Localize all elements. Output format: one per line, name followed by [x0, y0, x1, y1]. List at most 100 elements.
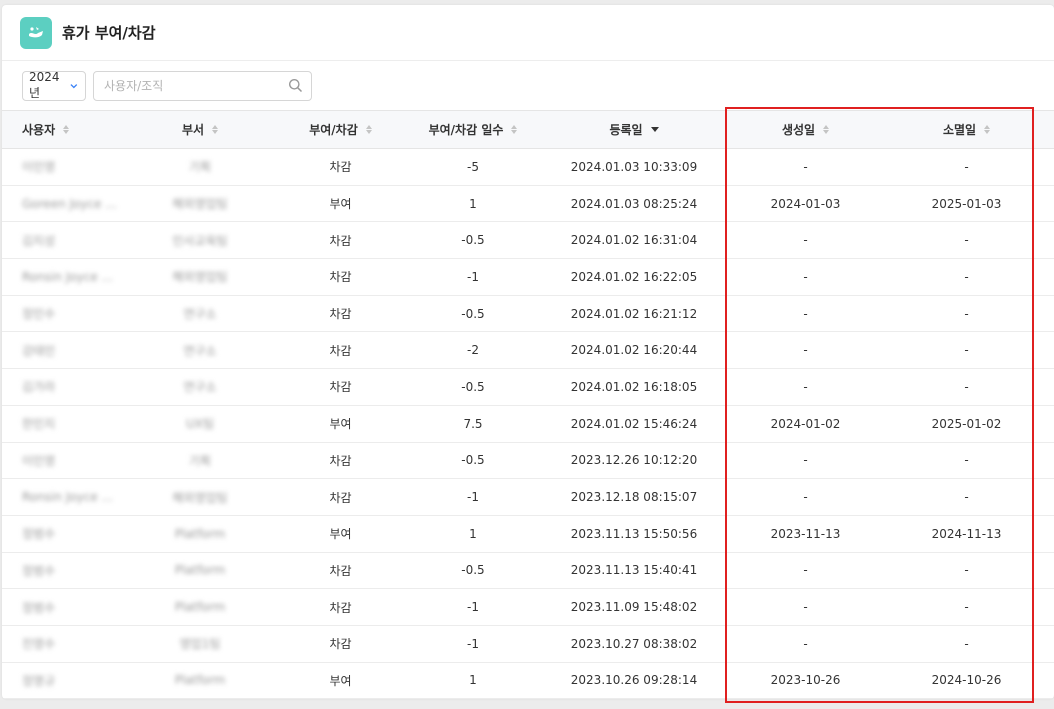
cell-expires: - [879, 625, 1054, 663]
cell-dept: 영업1팀 [129, 625, 271, 663]
cell-dept: 연구소 [129, 295, 271, 333]
search-input[interactable] [102, 77, 288, 94]
cell-expires: - [879, 442, 1054, 480]
column-header-expires[interactable]: 소멸일 [879, 110, 1054, 149]
sort-icon[interactable] [984, 125, 991, 134]
cell-expires: 2024-10-26 [879, 662, 1054, 699]
cell-type: 차감 [271, 331, 410, 370]
sort-icon[interactable] [63, 125, 70, 134]
cell-user: 김지성 [2, 221, 129, 260]
cell-user: Goreen Joyce ... [2, 185, 129, 223]
cell-created: - [732, 588, 879, 626]
cell-registered: 2023.12.18 08:15:07 [536, 478, 732, 516]
cell-dept: 연구소 [129, 331, 271, 370]
cell-user: 정범수 [2, 515, 129, 553]
table-row[interactable]: 정민수 연구소 차감 -0.5 2024.01.02 16:21:12- - [2, 295, 1054, 333]
cell-created: - [732, 368, 879, 406]
cell-created: - [732, 258, 879, 296]
cell-created: - [732, 478, 879, 516]
cell-registered: 2023.12.26 10:12:20 [536, 442, 732, 480]
table-row[interactable]: 진영수 영업1팀 차감 -1 2023.10.27 08:38:02- - [2, 625, 1054, 663]
cell-type: 차감 [271, 588, 410, 626]
cell-type: 부여 [271, 185, 410, 223]
cell-created: 2024-01-03 [732, 185, 879, 223]
table-row[interactable]: 정범수 Platform 차감 -0.5 2023.11.13 15:40:41- - [2, 552, 1054, 590]
leave-panel: 휴가 부여/차감 2024년 사용자 부서 부여/차감 부여/차감 일수 등록일… [2, 5, 1054, 699]
cell-expires: - [879, 148, 1054, 186]
cell-days: -2 [410, 331, 536, 370]
cell-type: 차감 [271, 368, 410, 406]
column-header-created[interactable]: 생성일 [732, 110, 879, 149]
sort-icon[interactable] [212, 125, 219, 134]
table-row[interactable]: Ronsin Joyce ... 해외영업팀 차감 -1 2023.12.18 08:1… [2, 478, 1054, 516]
cell-days: -5 [410, 148, 536, 186]
search-icon[interactable] [288, 78, 303, 93]
cell-dept: 해외영업팀 [129, 185, 271, 223]
column-header-user[interactable]: 사용자 [2, 110, 129, 149]
cell-created: - [732, 148, 879, 186]
cell-expires: - [879, 221, 1054, 260]
cell-type: 차감 [271, 258, 410, 296]
cell-created: - [732, 295, 879, 333]
cell-type: 차감 [271, 478, 410, 516]
cell-days: -1 [410, 258, 536, 296]
cell-expires: - [879, 588, 1054, 626]
cell-days: -0.5 [410, 221, 536, 260]
cell-dept: Platform [129, 515, 271, 553]
column-header-registered[interactable]: 등록일 [536, 110, 732, 149]
table-row[interactable]: 정범수 Platform 차감 -1 2023.11.09 15:48:02- - [2, 588, 1054, 626]
table-row[interactable]: 한민지 UX팀 부여 7.5 2024.01.02 15:46:24 2024-01-02… [2, 405, 1054, 443]
cell-user: 정범수 [2, 552, 129, 590]
cell-expires: 2025-01-03 [879, 185, 1054, 223]
cell-registered: 2024.01.02 16:20:44 [536, 331, 732, 370]
cell-user: 이민영 [2, 442, 129, 480]
cell-dept: 기획 [129, 442, 271, 480]
cell-type: 차감 [271, 295, 410, 333]
table-row[interactable]: 김지성 인사교육팀 차감 -0.5 2024.01.02 16:31:04- - [2, 221, 1054, 260]
cell-days: -1 [410, 588, 536, 626]
cell-user: Ronsin Joyce ... [2, 258, 129, 296]
cell-expires: - [879, 368, 1054, 406]
table-row[interactable]: Ronsin Joyce ... 해외영업팀 차감 -1 2024.01.02 16:2… [2, 258, 1054, 296]
cell-dept: 기획 [129, 148, 271, 186]
cell-registered: 2024.01.02 16:21:12 [536, 295, 732, 333]
sort-desc-icon[interactable] [650, 127, 659, 132]
cell-dept: Platform [129, 588, 271, 626]
cell-days: -1 [410, 625, 536, 663]
cell-dept: Platform [129, 552, 271, 590]
cell-registered: 2023.11.13 15:40:41 [536, 552, 732, 590]
year-select-value: 2024년 [29, 70, 60, 100]
cell-registered: 2024.01.03 08:25:24 [536, 185, 732, 223]
panel-header: 휴가 부여/차감 [2, 5, 1054, 61]
cell-type: 차감 [271, 552, 410, 590]
cell-days: -0.5 [410, 295, 536, 333]
search-box[interactable] [93, 70, 312, 101]
cell-created: - [732, 331, 879, 370]
table-row[interactable]: 정명규 Platform 부여 1 2023.10.26 09:28:14 2023-10… [2, 662, 1054, 699]
column-header-dept[interactable]: 부서 [129, 110, 271, 149]
cell-dept: 해외영업팀 [129, 478, 271, 516]
table-row[interactable]: 강태민 연구소 차감 -2 2024.01.02 16:20:44- - [2, 331, 1054, 370]
cell-dept: 인사교육팀 [129, 221, 271, 260]
cell-user: 김가라 [2, 368, 129, 406]
column-header-days[interactable]: 부여/차감 일수 [410, 110, 536, 149]
table-row[interactable]: 정범수 Platform 부여 1 2023.11.13 15:50:56 2023-11… [2, 515, 1054, 553]
cell-type: 부여 [271, 405, 410, 443]
cell-user: 강태민 [2, 331, 129, 370]
table-body: 이민영 기획 차감 -5 2024.01.03 10:33:09- - Goreen Joy… [2, 148, 1054, 699]
table-row[interactable]: 김가라 연구소 차감 -0.5 2024.01.02 16:18:05- - [2, 368, 1054, 406]
sort-icon[interactable] [511, 125, 518, 134]
cell-dept: Platform [129, 662, 271, 699]
cell-days: -0.5 [410, 552, 536, 590]
table-row[interactable]: Goreen Joyce ... 해외영업팀 부여 1 2024.01.03 08:25… [2, 185, 1054, 223]
table-row[interactable]: 이민영 기획 차감 -5 2024.01.03 10:33:09- - [2, 148, 1054, 186]
cell-registered: 2023.11.09 15:48:02 [536, 588, 732, 626]
year-select[interactable]: 2024년 [22, 70, 86, 101]
cell-type: 차감 [271, 625, 410, 663]
sort-icon[interactable] [365, 125, 372, 134]
column-header-type[interactable]: 부여/차감 [271, 110, 410, 149]
table-header-row: 사용자 부서 부여/차감 부여/차감 일수 등록일 생성일 소멸일 [2, 110, 1054, 149]
sort-icon[interactable] [823, 125, 830, 134]
table-row[interactable]: 이민영 기획 차감 -0.5 2023.12.26 10:12:20- - [2, 442, 1054, 480]
cell-user: 정범수 [2, 588, 129, 626]
